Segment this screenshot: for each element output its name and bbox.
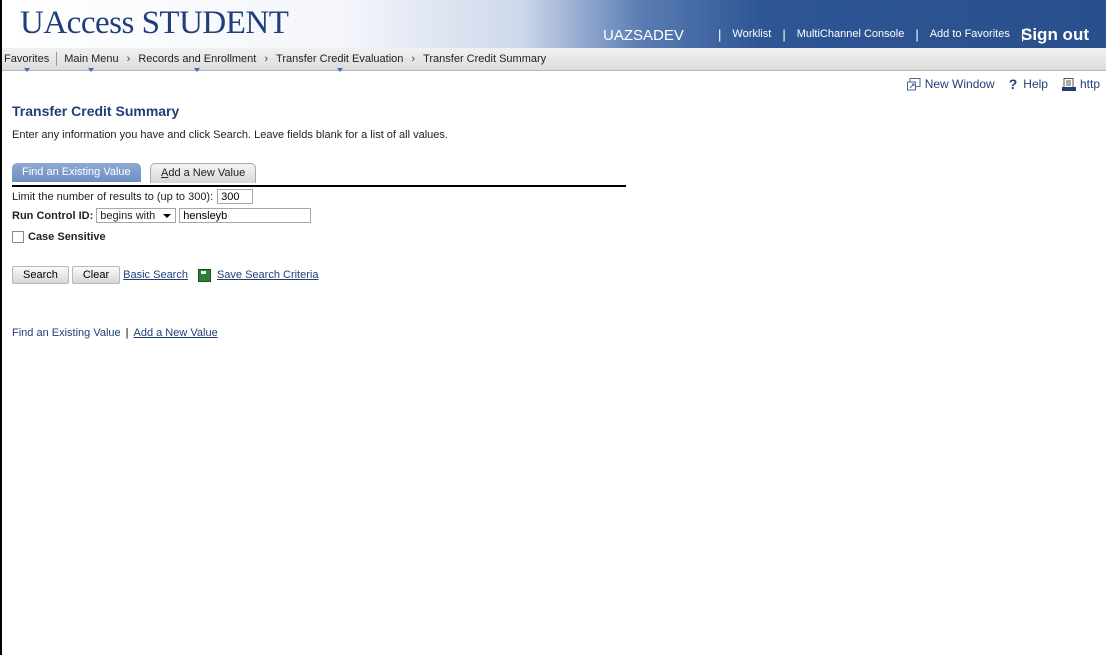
case-sensitive-label: Case Sensitive: [28, 231, 106, 243]
logo-u: U: [20, 5, 44, 41]
uaccess-student-logo: UAccess STUDENT: [20, 2, 289, 44]
new-window-icon: [906, 77, 921, 90]
case-sensitive-row: Case Sensitive: [12, 231, 106, 243]
page-title: Transfer Credit Summary: [12, 103, 180, 119]
breadcrumb-transfer-credit-evaluation[interactable]: Transfer Credit Evaluation: [276, 53, 403, 72]
breadcrumb-records-enrollment[interactable]: Records and Enrollment: [138, 53, 256, 72]
run-control-id-input[interactable]: [179, 208, 312, 223]
logo-access: Access: [43, 5, 134, 41]
tab-find-existing-value[interactable]: Find an Existing Value: [12, 163, 141, 182]
header-separator: |: [915, 26, 919, 42]
http-label: http: [1079, 77, 1100, 91]
window-frame-edge: [0, 0, 2, 655]
worklist-link[interactable]: Worklist: [732, 28, 771, 40]
header-separator: |: [718, 26, 722, 42]
limit-row: Limit the number of results to (up to 30…: [12, 189, 254, 204]
chevron-down-icon: [163, 213, 172, 218]
environment-name: UAZSADEV: [603, 27, 684, 44]
case-sensitive-checkbox[interactable]: [12, 231, 24, 243]
search-tabs: Find an Existing Value Add a New Value: [12, 163, 626, 187]
utility-links: New Window ? Help http: [893, 76, 1100, 92]
footer-find-existing-value: Find an Existing Value: [12, 327, 121, 339]
breadcrumb-main-menu[interactable]: Main Menu: [64, 53, 119, 72]
breadcrumb-current-page: Transfer Credit Summary: [423, 52, 547, 65]
tab-add-label: dd a New Value: [168, 167, 246, 179]
breadcrumb-chevron-icon: ›: [411, 52, 416, 65]
footer-add-new-value-link[interactable]: Add a New Value: [134, 327, 218, 339]
search-button[interactable]: Search: [12, 266, 69, 284]
footer-separator: |: [125, 327, 129, 339]
http-page-icon: [1061, 77, 1076, 91]
limit-results-input[interactable]: [217, 189, 254, 204]
breadcrumb-chevron-icon: ›: [126, 52, 131, 65]
header-banner: UAccess STUDENT UAZSADEV | Worklist | Mu…: [2, 0, 1106, 50]
add-to-favorites-link[interactable]: Add to Favorites: [930, 28, 1010, 40]
operator-value: begins with: [100, 209, 156, 222]
header-separator: |: [782, 26, 786, 42]
footer-links: Find an Existing Value | Add a New Value: [12, 327, 218, 339]
tab-add-new-value[interactable]: Add a New Value: [150, 163, 257, 183]
save-icon: [197, 268, 211, 282]
header-links: | Worklist | MultiChannel Console | Add …: [707, 22, 1035, 46]
search-actions: Search Clear Basic Search Save Search Cr…: [12, 266, 318, 284]
new-window-label: New Window: [924, 77, 995, 91]
breadcrumb-divider: [56, 51, 58, 66]
logo-student: STUDENT: [141, 5, 289, 41]
run-control-label: Run Control ID:: [12, 209, 94, 222]
basic-search-link[interactable]: Basic Search: [123, 269, 188, 281]
http-link[interactable]: http: [1061, 77, 1100, 91]
help-link[interactable]: ? Help: [1009, 76, 1048, 92]
sign-out-link[interactable]: Sign out: [1021, 25, 1089, 45]
clear-button[interactable]: Clear: [71, 266, 121, 284]
help-icon: ?: [1008, 76, 1018, 92]
page-instructions: Enter any information you have and click…: [12, 129, 448, 141]
breadcrumb: Favorites Main Menu › Records and Enroll…: [4, 50, 547, 72]
new-window-link[interactable]: New Window: [906, 77, 995, 91]
limit-label: Limit the number of results to (up to 30…: [12, 190, 214, 203]
breadcrumb-chevron-icon: ›: [264, 52, 269, 65]
breadcrumb-favorites[interactable]: Favorites: [4, 53, 49, 72]
operator-select[interactable]: begins with: [96, 208, 177, 223]
multichannel-console-link[interactable]: MultiChannel Console: [797, 28, 905, 40]
help-label: Help: [1023, 77, 1048, 91]
run-control-row: Run Control ID: begins with: [12, 208, 312, 223]
save-search-criteria-link[interactable]: Save Search Criteria: [217, 269, 319, 281]
